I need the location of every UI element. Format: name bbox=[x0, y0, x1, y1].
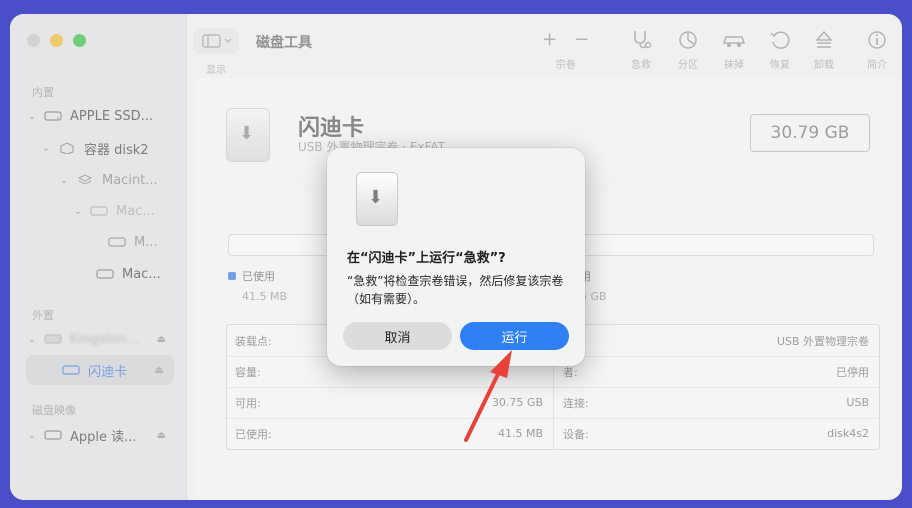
annotation-arrow-icon bbox=[464, 350, 512, 442]
